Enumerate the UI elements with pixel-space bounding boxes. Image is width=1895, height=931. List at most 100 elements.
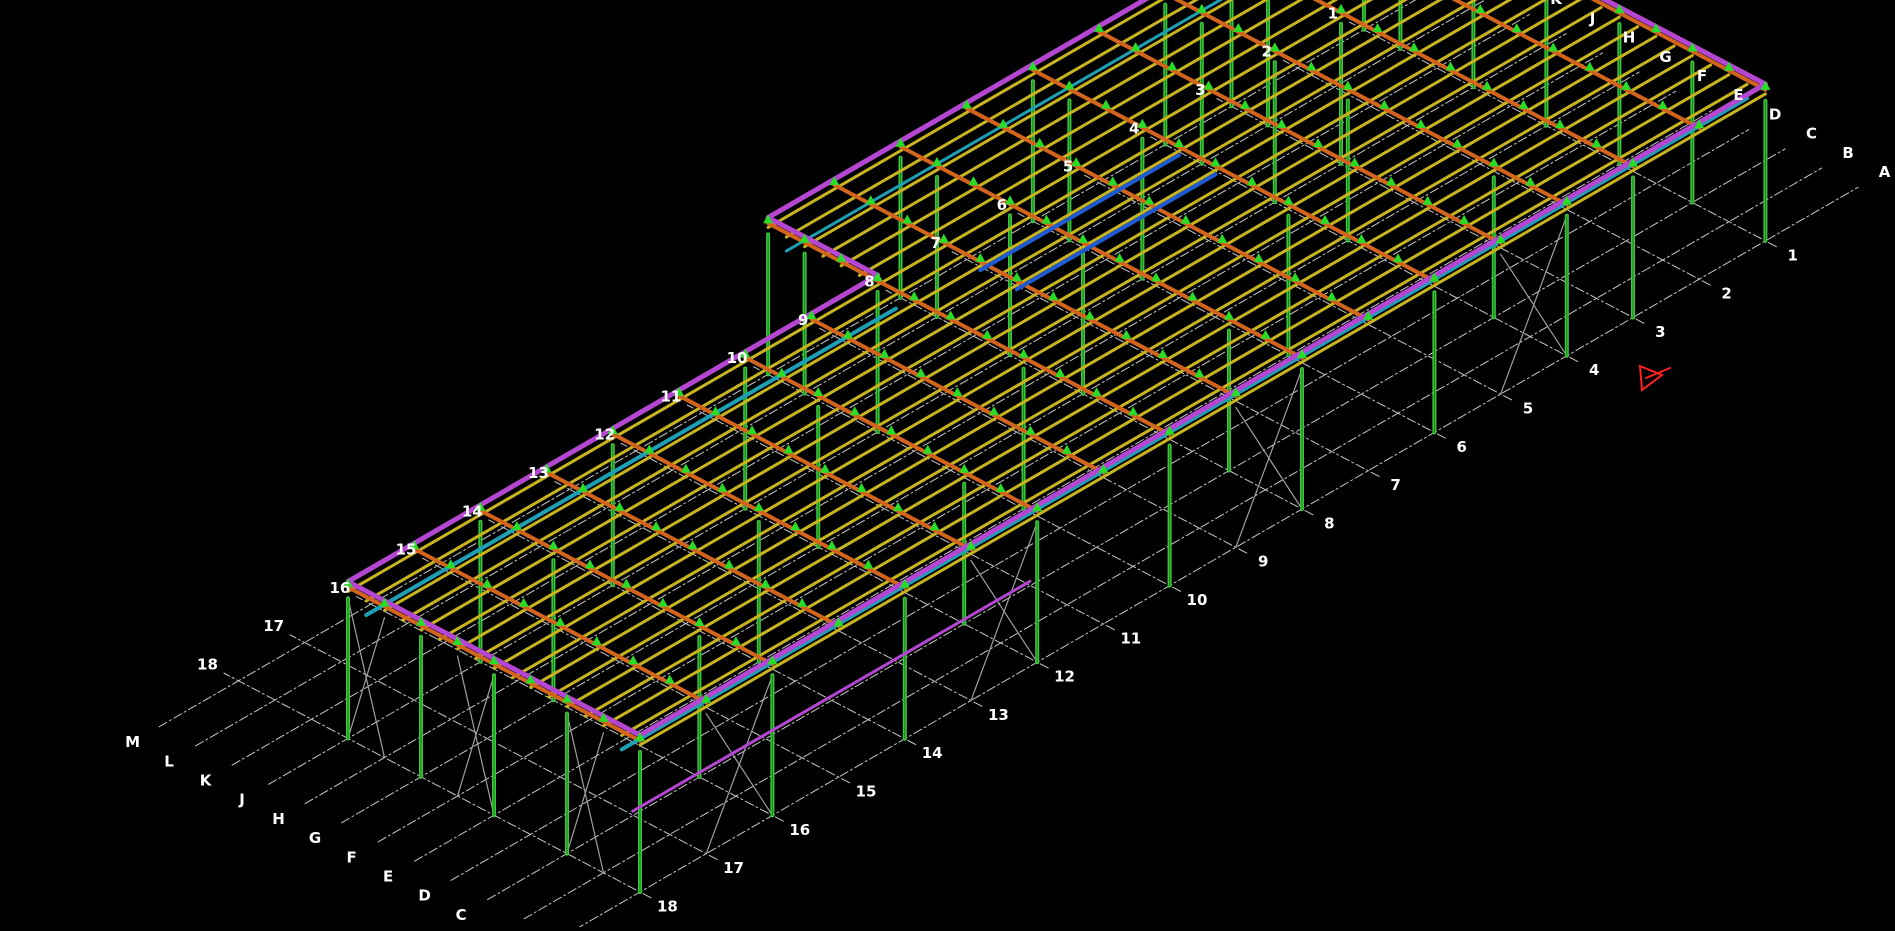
connection-marker bbox=[694, 617, 705, 626]
grid-labels: 1817161514131211109876543211234567891011… bbox=[125, 0, 1891, 931]
connection-marker bbox=[856, 482, 867, 492]
grid-label-number-right: 7 bbox=[1390, 476, 1400, 494]
grid-label-number-left: 5 bbox=[1063, 158, 1073, 176]
connection-marker bbox=[982, 329, 993, 339]
roof-purlin bbox=[547, 44, 1676, 699]
connection-marker bbox=[1233, 23, 1244, 32]
grid-line-letter bbox=[523, 167, 1823, 920]
connection-marker bbox=[863, 559, 874, 569]
grid-label-letter-left: E bbox=[383, 867, 393, 885]
connection-marker bbox=[548, 540, 559, 550]
connection-marker bbox=[1187, 291, 1198, 301]
connection-marker bbox=[1128, 406, 1139, 416]
grid-label-number-left: 14 bbox=[462, 502, 483, 520]
grid-label-number-left: 9 bbox=[798, 311, 808, 329]
connection-marker bbox=[909, 291, 920, 301]
connection-marker bbox=[1548, 42, 1559, 52]
grid-label-number-right: 14 bbox=[922, 744, 943, 762]
connection-marker bbox=[651, 521, 662, 531]
steel-structure bbox=[343, 0, 1771, 894]
connection-marker bbox=[1041, 214, 1052, 224]
connection-marker bbox=[1459, 214, 1470, 224]
roof-purlin bbox=[346, 0, 1374, 593]
connection-marker bbox=[1319, 214, 1330, 224]
connection-marker bbox=[1253, 253, 1264, 263]
grid-label-letter-left: H bbox=[272, 810, 285, 828]
grid-label-number-right: 8 bbox=[1324, 514, 1334, 532]
grid-label-number-right: 12 bbox=[1054, 668, 1075, 686]
connection-marker bbox=[1055, 368, 1066, 377]
connection-marker bbox=[1657, 100, 1668, 109]
structural-model-isometric[interactable]: 1817161514131211109876543211234567891011… bbox=[0, 0, 1895, 931]
connection-marker bbox=[1392, 253, 1403, 263]
grid-line-letter bbox=[487, 148, 1786, 901]
connection-marker bbox=[879, 348, 890, 358]
connection-marker bbox=[1121, 329, 1132, 339]
grid-label-number-right: 11 bbox=[1120, 629, 1141, 647]
connection-marker bbox=[1011, 272, 1022, 282]
connection-marker bbox=[680, 463, 691, 473]
connection-marker bbox=[687, 540, 698, 550]
connection-marker bbox=[591, 636, 602, 646]
connection-marker bbox=[1326, 291, 1337, 301]
connection-marker bbox=[1584, 61, 1595, 71]
connection-marker bbox=[1482, 80, 1492, 90]
grid-label-number-left: 2 bbox=[1261, 43, 1271, 61]
connection-marker bbox=[1034, 137, 1045, 147]
connection-marker bbox=[826, 540, 837, 550]
connection-marker bbox=[1621, 80, 1632, 90]
grid-label-number-left: 6 bbox=[997, 196, 1007, 214]
connection-marker bbox=[959, 463, 970, 473]
connection-marker bbox=[753, 502, 764, 511]
grid-label-number-left: 7 bbox=[930, 234, 940, 252]
bracing-member bbox=[1235, 406, 1303, 510]
roof-purlin bbox=[456, 0, 1583, 651]
grid-label-letter-left: F bbox=[346, 848, 356, 866]
connection-marker bbox=[1260, 329, 1271, 339]
connection-marker bbox=[1151, 272, 1161, 282]
connection-marker bbox=[730, 636, 741, 646]
grid-label-number-right: 6 bbox=[1457, 438, 1467, 456]
connection-marker bbox=[1452, 138, 1463, 148]
connection-marker bbox=[555, 616, 566, 626]
connection-marker bbox=[988, 406, 999, 416]
connection-marker bbox=[1475, 4, 1486, 13]
grid-label-letter-right: F bbox=[1697, 67, 1707, 85]
connection-marker bbox=[664, 674, 675, 684]
connection-marker bbox=[902, 214, 913, 224]
connection-marker bbox=[1217, 233, 1228, 243]
connection-marker bbox=[929, 521, 940, 531]
grid-label-letter-right: B bbox=[1842, 144, 1853, 162]
grid-label-letter-right: H bbox=[1623, 29, 1636, 47]
grid-label-number-right: 13 bbox=[988, 706, 1009, 724]
connection-marker bbox=[820, 463, 830, 473]
grid-label-number-left: 12 bbox=[594, 426, 615, 444]
grid-label-letter-left: M bbox=[125, 733, 140, 751]
grid-label-number-right: 5 bbox=[1523, 400, 1533, 418]
roof-purlin bbox=[821, 0, 1269, 258]
connection-marker bbox=[797, 597, 808, 607]
grid-label-letter-right: K bbox=[1550, 0, 1563, 8]
model-viewport[interactable]: 18 17 16 15 14 13 12 11 10 9 8 7 6 5 4 3 2 1 1 2 3 4 5 6 7 8 9 10 11… bbox=[0, 0, 1895, 931]
connection-marker bbox=[1445, 61, 1456, 71]
ucs-axis-icon[interactable] bbox=[1638, 364, 1671, 392]
grid-label-letter-right: J bbox=[1589, 9, 1596, 27]
grid-label-number-left: 18 bbox=[197, 655, 218, 673]
connection-marker bbox=[1144, 195, 1155, 205]
connection-marker bbox=[1356, 234, 1367, 243]
connection-marker bbox=[1180, 214, 1191, 224]
connection-marker bbox=[1290, 272, 1301, 282]
connection-marker bbox=[1114, 253, 1125, 262]
connection-marker bbox=[1555, 119, 1565, 129]
roof-purlin bbox=[510, 25, 1640, 680]
grid-label-letter-right: E bbox=[1733, 86, 1743, 104]
connection-marker bbox=[813, 387, 824, 396]
grid-label-letter-right: G bbox=[1659, 48, 1671, 66]
grid-label-number-left: 8 bbox=[864, 272, 874, 290]
connection-marker bbox=[621, 578, 632, 588]
connection-marker bbox=[1018, 348, 1029, 358]
connection-marker bbox=[1246, 176, 1257, 186]
grid-label-letter-right: D bbox=[1769, 105, 1781, 123]
connection-marker bbox=[1283, 195, 1294, 205]
connection-marker bbox=[886, 425, 897, 435]
